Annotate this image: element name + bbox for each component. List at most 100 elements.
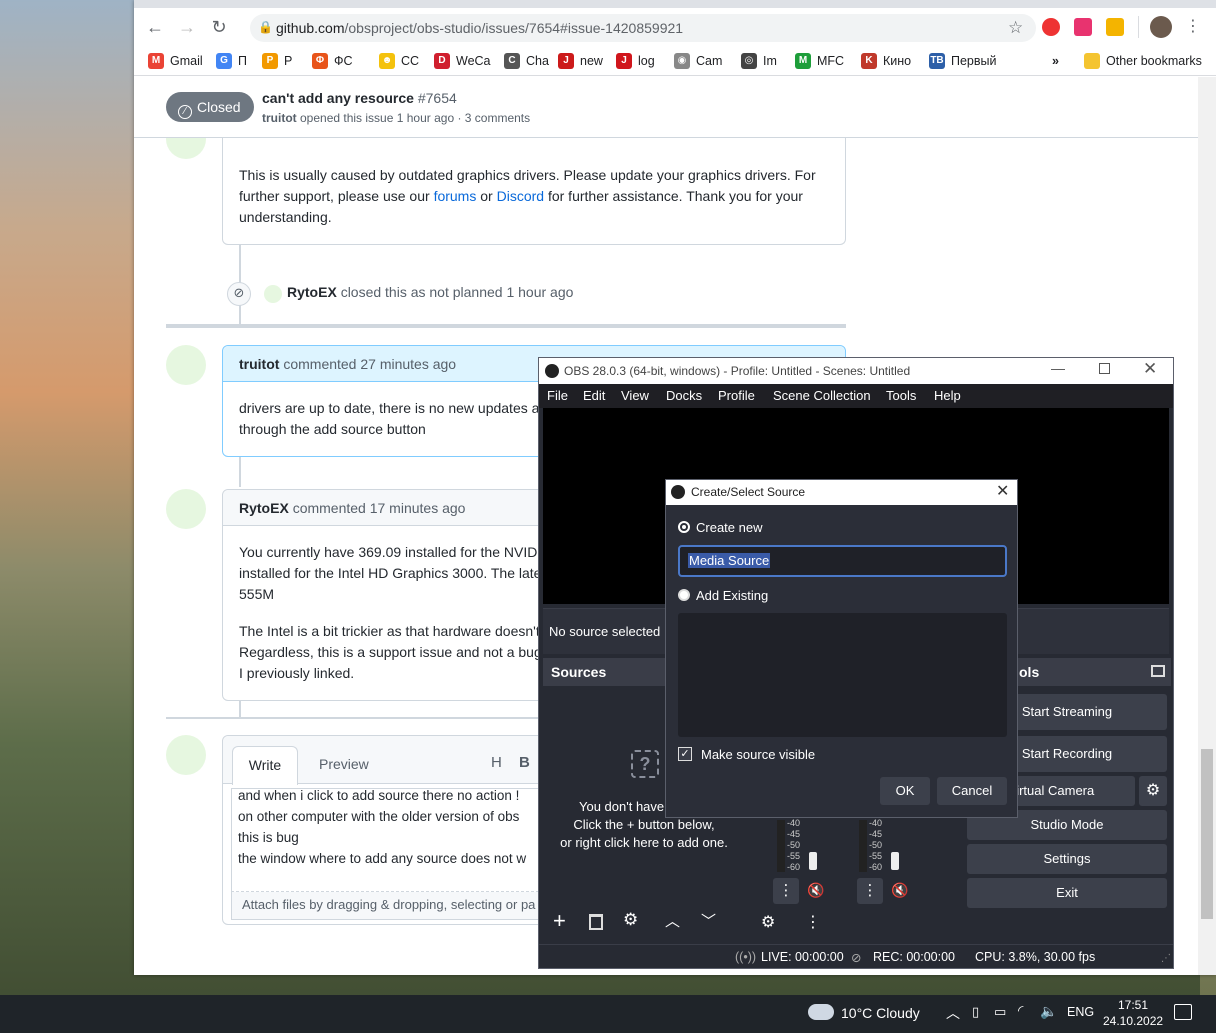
menu-item-scene-collection[interactable]: Scene Collection	[773, 388, 871, 403]
bookmark-7[interactable]: Jnew	[558, 52, 603, 70]
volume-icon[interactable]: 🔈	[1040, 1003, 1057, 1020]
chevron-down-icon[interactable]: ﹀	[701, 910, 716, 931]
bookmarks-bar: M Gmail G П P Р Φ ФС ☻ СС D WeCa C Cha Jnew Jlog ◉ Cam ◎ Im…	[134, 44, 1216, 76]
profile-avatar[interactable]	[1150, 16, 1172, 38]
menu-item-docks[interactable]: Docks	[666, 388, 702, 403]
mixer-menu-icon[interactable]: ⋮	[773, 878, 799, 904]
wifi-icon[interactable]: ◜	[1018, 1002, 1023, 1019]
undock-icon[interactable]	[1151, 665, 1165, 677]
chevron-up-icon[interactable]: ︿	[946, 1003, 960, 1023]
mixer-menu-icon[interactable]: ⋮	[857, 878, 883, 904]
avatar[interactable]	[264, 285, 282, 303]
close-icon[interactable]: ✕	[1143, 359, 1157, 379]
usb-icon[interactable]: ▯	[972, 1004, 979, 1020]
browser-toolbar: ← → ↻ 🔒 github.com/obsproject/obs-studio…	[134, 0, 1216, 44]
star-icon[interactable]: ☆	[1008, 18, 1023, 38]
bookmark-5[interactable]: D WeCa	[434, 52, 491, 70]
trash-icon[interactable]	[589, 914, 603, 930]
bookmark-2[interactable]: PР	[262, 52, 292, 70]
avatar[interactable]	[166, 489, 206, 529]
gear-icon[interactable]: ⚙	[623, 910, 638, 930]
bold-icon[interactable]: B	[519, 754, 530, 771]
clock[interactable]: 17:51 24.10.2022	[1103, 997, 1163, 1029]
settings-button[interactable]: Settings	[967, 844, 1167, 874]
menu-item-tools[interactable]: Tools	[886, 388, 916, 403]
make-visible-checkbox[interactable]: ✓	[678, 747, 692, 761]
notifications-icon[interactable]	[1174, 1004, 1192, 1020]
cancel-button[interactable]: Cancel	[937, 777, 1007, 805]
tab-preview[interactable]: Preview	[319, 756, 369, 772]
close-icon[interactable]: ✕	[996, 481, 1009, 501]
weather-text[interactable]: 10°C Cloudy	[841, 1005, 920, 1021]
forums-link[interactable]: forums	[434, 188, 477, 204]
bookmark-8[interactable]: Jlog	[616, 52, 655, 70]
discord-link[interactable]: Discord	[497, 188, 544, 204]
menu-item-profile[interactable]: Profile	[718, 388, 755, 403]
bookmark-label: Gmail	[170, 54, 203, 68]
comment-body: This is usually caused by outdated graph…	[222, 127, 846, 245]
bookmark-4[interactable]: ☻ СС	[379, 52, 419, 70]
menu-item-help[interactable]: Help	[934, 388, 961, 403]
mixer-kebab-icon[interactable]: ⋮	[805, 912, 821, 932]
menu-item-edit[interactable]: Edit	[583, 388, 605, 403]
menu-item-view[interactable]: View	[621, 388, 649, 403]
address-bar[interactable]: 🔒 github.com/obsproject/obs-studio/issue…	[250, 14, 1036, 42]
volume-slider[interactable]	[809, 852, 817, 870]
ok-button[interactable]: OK	[880, 777, 930, 805]
bookmark-9[interactable]: ◉ Cam	[674, 52, 722, 70]
event-user[interactable]: RytoEX	[287, 284, 337, 300]
virtual-camera-settings-icon[interactable]: ⚙	[1139, 776, 1167, 806]
more-bookmarks-icon[interactable]: »	[1052, 52, 1059, 70]
bookmark-0[interactable]: M Gmail	[148, 52, 203, 70]
create-new-radio[interactable]	[678, 521, 690, 533]
maximize-icon[interactable]	[1099, 363, 1110, 374]
back-icon[interactable]: ←	[144, 16, 166, 38]
bookmark-10[interactable]: ◎ Im	[741, 52, 777, 70]
forward-icon[interactable]: →	[176, 16, 198, 38]
translate-icon: G	[216, 53, 232, 69]
minimize-icon[interactable]: —	[1051, 360, 1065, 376]
other-bookmarks[interactable]: Other bookmarks	[1084, 52, 1202, 70]
page-scrollbar[interactable]	[1198, 77, 1216, 975]
bookmark-13[interactable]: ТВ Первый	[929, 52, 997, 70]
issue-title: can't add any resource #7654	[262, 90, 457, 106]
mixer-settings-icon[interactable]: ⚙	[761, 912, 775, 932]
heading-icon[interactable]: H	[491, 754, 502, 771]
bookmark-12[interactable]: K Кино	[861, 52, 911, 70]
resize-grip-icon[interactable]: ⋰	[1161, 953, 1171, 964]
language-indicator[interactable]: ENG	[1067, 1005, 1094, 1019]
existing-sources-list[interactable]	[678, 613, 1007, 737]
bookmark-6[interactable]: C Cha	[504, 52, 549, 70]
menu-item-file[interactable]: File	[547, 388, 568, 403]
extension-yandex-icon[interactable]	[1106, 18, 1124, 36]
comment-author[interactable]: truitot	[239, 356, 279, 372]
exit-button[interactable]: Exit	[967, 878, 1167, 908]
bookmark-11[interactable]: M MFC	[795, 52, 844, 70]
tab-write[interactable]: Write	[232, 746, 298, 785]
muted-speaker-icon[interactable]: 🔇	[807, 882, 824, 899]
extension-hand-icon[interactable]	[1042, 18, 1060, 36]
scrollbar-thumb[interactable]	[1201, 749, 1213, 919]
obs-title: OBS 28.0.3 (64-bit, windows) - Profile: …	[564, 364, 911, 378]
issue-author[interactable]: truitot	[262, 111, 297, 125]
source-name-input[interactable]: Media Source	[678, 545, 1007, 577]
bookmark-1[interactable]: GП	[216, 52, 247, 70]
bookmark-label: Im	[763, 54, 777, 68]
add-existing-radio[interactable]	[678, 589, 690, 601]
extension-pink-icon[interactable]	[1074, 18, 1092, 36]
battery-icon[interactable]: ▭	[994, 1004, 1006, 1020]
reload-icon[interactable]: ↻	[208, 16, 230, 38]
bookmark-3[interactable]: Φ ФС	[312, 52, 353, 70]
avatar[interactable]	[166, 735, 206, 775]
add-source-icon[interactable]: +	[553, 908, 566, 934]
avatar[interactable]	[166, 345, 206, 385]
j-icon: J	[616, 53, 632, 69]
make-visible-label: Make source visible	[701, 747, 816, 762]
obs-titlebar: OBS 28.0.3 (64-bit, windows) - Profile: …	[539, 358, 1173, 384]
muted-speaker-icon[interactable]: 🔇	[891, 882, 908, 899]
chevron-up-icon[interactable]: ︿	[665, 910, 680, 931]
volume-slider[interactable]	[891, 852, 899, 870]
menu-kebab-icon[interactable]: ⋮	[1182, 16, 1204, 38]
cloudy-weather-icon[interactable]	[808, 1004, 834, 1020]
comment-author[interactable]: RytoEX	[239, 500, 289, 516]
